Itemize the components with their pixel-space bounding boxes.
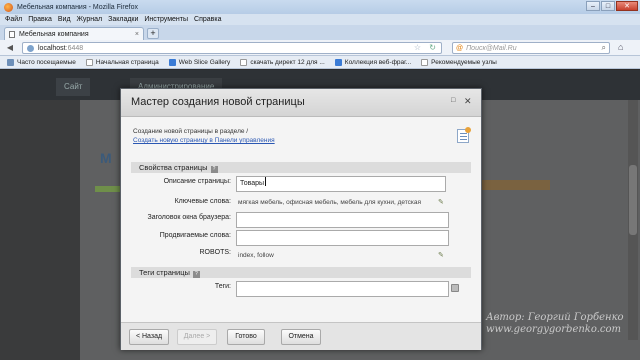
window-title: Мебельная компания - Mozilla Firefox [17,3,138,11]
close-window-button[interactable]: ✕ [616,1,638,11]
bookmark-icon [7,58,14,66]
firefox-logo-icon [4,2,13,12]
edit-pencil-icon[interactable]: ✎ [438,252,445,259]
new-page-wizard-dialog: Мастер создания новой страницы □ ✕ Созда… [120,88,482,350]
bookmark-icon [168,58,176,66]
cancel-button[interactable]: Отмена [281,329,321,345]
bookmark-star-icon[interactable]: ☆ [414,43,421,53]
navigation-bar: ◀ localhost:6448 ☆ ↻ @ Поиск@Mail.Ru ⌕ ⌂ [0,40,640,56]
menu-edit[interactable]: Правка [28,16,52,23]
menu-tools[interactable]: Инструменты [144,16,188,23]
create-in-control-panel-link[interactable]: Создать новую страницу в Панели управлен… [133,136,275,145]
admin-tab-site[interactable]: Сайт [56,78,91,96]
address-bar[interactable]: localhost:6448 ☆ ↻ [22,42,442,54]
robots-label: ROBOTS: [199,249,231,256]
next-button[interactable]: Далее > [177,329,217,345]
maximize-button[interactable]: □ [601,1,615,11]
bookmark-icon [240,58,248,66]
wizard-page-icon [457,127,471,143]
tags-selector-icon[interactable] [451,284,459,292]
bookmark-item[interactable]: Коллекция веб-фраг... [332,58,414,66]
robots-value: index, follow [238,252,274,259]
home-icon[interactable]: ⌂ [618,42,623,52]
dialog-title: Мастер создания новой страницы [131,96,305,108]
tags-label: Теги: [214,283,231,290]
section-page-tags: Теги страницы? [131,267,471,278]
bookmarks-toolbar: Часто посещаемые Начальная страница Web … [0,56,640,69]
search-icon[interactable]: ⌕ [602,43,609,53]
minimize-button[interactable]: – [586,1,600,11]
bookmark-item[interactable]: Web Slice Gallery [166,58,234,66]
orange-accent-bar [470,180,550,190]
intro-text: Создание новой страницы в разделе / [133,128,249,135]
tab-furniture-company[interactable]: Мебельная компания × [4,27,144,40]
author-watermark: Автор: Георгий Горбенко www.georgygorben… [486,312,624,335]
reload-icon[interactable]: ↻ [429,43,436,53]
bookmark-icon [334,58,342,66]
address-url: localhost:6448 [38,44,84,52]
tags-input[interactable] [236,281,449,297]
bookmark-item[interactable]: Рекомендуемые узлы [418,58,500,66]
back-button[interactable]: < Назад [129,329,169,345]
new-tab-button[interactable]: + [147,28,159,39]
bookmark-item[interactable]: скачать директ 12 для ... [237,58,327,66]
keywords-value: мягкая мебель, офисная мебель, мебель дл… [238,199,422,206]
search-input[interactable]: Поиск@Mail.Ru [466,45,601,52]
menu-bookmarks[interactable]: Закладки [108,16,138,23]
help-icon[interactable]: ? [210,166,218,173]
menu-view[interactable]: Вид [58,16,71,23]
back-arrow-icon[interactable]: ◀ [3,42,17,54]
tab-close-icon[interactable]: × [135,31,143,38]
dialog-footer: < Назад Далее > Готово Отмена [121,322,481,350]
dialog-close-icon[interactable]: ✕ [464,96,472,107]
page-heading: М [100,150,112,166]
done-button[interactable]: Готово [227,329,265,345]
tab-strip: Мебельная компания × + [0,25,640,40]
description-input[interactable]: Товары [236,176,446,192]
dialog-intro: Создание новой страницы в разделе / Созд… [133,127,275,145]
page-scrollbar-thumb[interactable] [629,165,637,235]
menu-history[interactable]: Журнал [77,16,103,23]
promoted-words-label: Продвигаемые слова: [159,232,231,239]
browser-title-input[interactable] [236,212,449,228]
menu-bar: Файл Правка Вид Журнал Закладки Инструме… [0,14,640,25]
search-engine-icon[interactable]: @ [456,45,463,52]
tab-label: Мебельная компания [19,30,89,38]
bookmark-icon [85,58,93,66]
page-icon [9,30,15,38]
browser-title-label: Заголовок окна браузера: [147,214,232,221]
dialog-maximize-icon[interactable]: □ [451,97,455,104]
bookmark-item[interactable]: Начальная страница [83,58,162,66]
text-cursor [265,177,267,186]
menu-file[interactable]: Файл [5,16,22,23]
search-bar[interactable]: @ Поиск@Mail.Ru ⌕ [452,42,610,54]
edit-pencil-icon[interactable]: ✎ [438,199,445,206]
window-controls: – □ ✕ [586,1,638,11]
dialog-header: Мастер создания новой страницы □ ✕ [121,89,481,117]
promoted-words-input[interactable] [236,230,449,246]
window-titlebar: Мебельная компания - Mozilla Firefox – □… [0,0,640,14]
bookmark-item[interactable]: Часто посещаемые [4,58,79,66]
section-page-properties: Свойства страницы? [131,162,471,173]
description-label: Описание страницы: [163,178,231,185]
page-sidebar [0,100,80,360]
keywords-label: Ключевые слова: [174,198,231,205]
bookmark-icon [421,58,429,66]
menu-help[interactable]: Справка [194,16,221,23]
help-icon[interactable]: ? [192,271,200,278]
site-identity-icon[interactable] [27,44,34,52]
